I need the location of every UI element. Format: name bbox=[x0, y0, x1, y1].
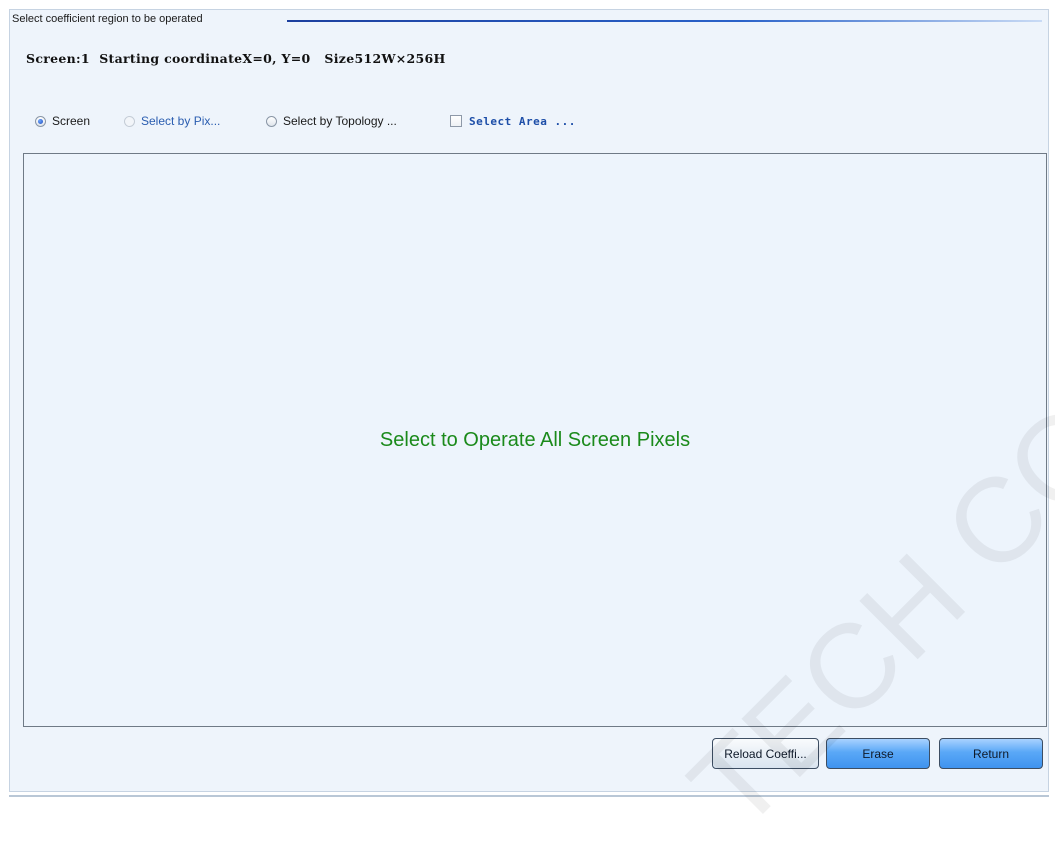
checkbox-icon bbox=[450, 115, 462, 127]
radio-select-by-topology-label: Select by Topology ... bbox=[283, 114, 397, 128]
radio-screen[interactable]: Screen bbox=[35, 112, 90, 130]
reload-coefficient-button[interactable]: Reload Coeffi... bbox=[712, 738, 819, 769]
erase-button[interactable]: Erase bbox=[826, 738, 930, 769]
screen-info-text: Screen:1 Starting coordinateX=0, Y=0 Siz… bbox=[26, 51, 446, 66]
radio-screen-label: Screen bbox=[52, 114, 91, 128]
group-title: Select coefficient region to be operated bbox=[12, 13, 205, 25]
return-button[interactable]: Return bbox=[939, 738, 1043, 769]
radio-select-by-topology[interactable]: Select by Topology ... bbox=[266, 112, 397, 130]
radio-select-by-pixel-label: Select by Pix... bbox=[141, 114, 221, 128]
radio-checked-icon bbox=[35, 115, 46, 127]
checkbox-select-area[interactable]: Select Area ... bbox=[450, 112, 576, 130]
coefficient-region-panel: Select coefficient region to be operated… bbox=[9, 9, 1049, 792]
radio-unchecked-icon bbox=[266, 115, 277, 127]
radio-select-by-pixel[interactable]: Select by Pix... bbox=[124, 112, 220, 130]
checkbox-select-area-label: Select Area ... bbox=[469, 114, 576, 128]
window-bottom-border bbox=[9, 795, 1049, 797]
group-header: Select coefficient region to be operated bbox=[10, 13, 1050, 31]
radio-unchecked-icon bbox=[124, 115, 135, 127]
selection-mode-options: Screen Select by Pix... Select by Topolo… bbox=[35, 112, 935, 130]
canvas-message: Select to Operate All Screen Pixels bbox=[379, 429, 691, 451]
group-divider bbox=[287, 20, 1042, 22]
pixel-canvas-area[interactable]: Select to Operate All Screen Pixels bbox=[23, 153, 1047, 727]
